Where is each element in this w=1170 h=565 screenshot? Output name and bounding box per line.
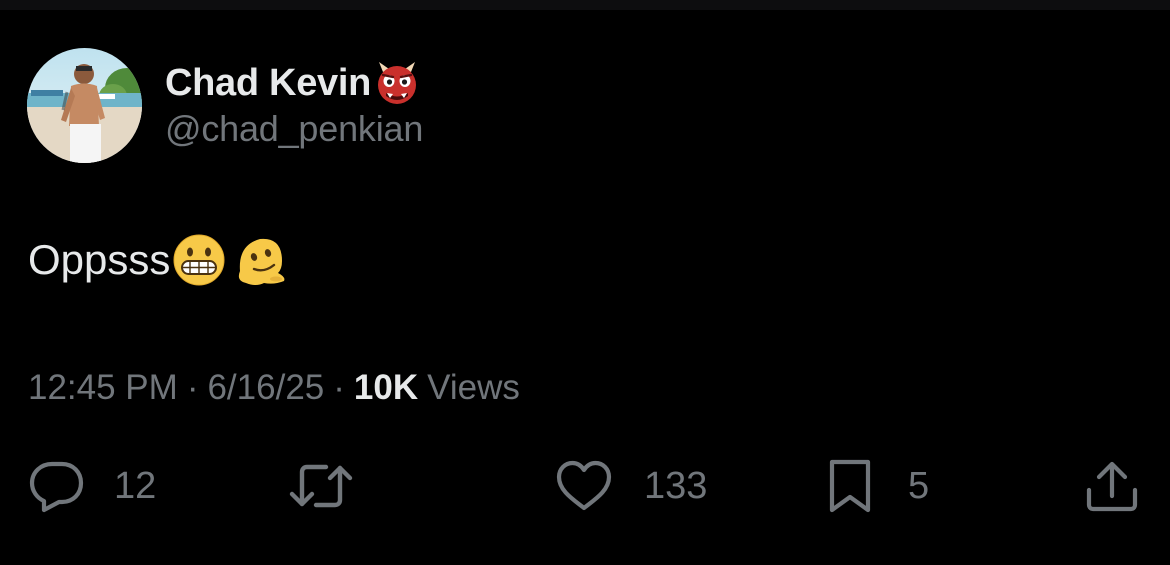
tweet-body: Oppsss xyxy=(28,232,288,288)
tweet-time[interactable]: 12:45 PM xyxy=(28,368,178,408)
tweet-text: Oppsss xyxy=(28,236,171,283)
avatar[interactable] xyxy=(27,48,142,163)
views-count[interactable]: 10K xyxy=(354,368,418,408)
share-icon xyxy=(1086,461,1138,512)
tweet-date[interactable]: 6/16/25 xyxy=(207,368,324,408)
like-count: 133 xyxy=(644,464,708,507)
bookmark-icon xyxy=(829,459,871,513)
views-label[interactable]: Views xyxy=(427,368,520,408)
author-handle[interactable]: @chad_penkian xyxy=(165,108,423,150)
top-edge xyxy=(0,0,1170,10)
bookmark-button[interactable]: 5 xyxy=(826,458,929,514)
grimacing-face-emoji xyxy=(173,234,225,286)
reply-icon xyxy=(29,461,84,513)
profile-photo xyxy=(27,48,142,163)
bookmark-count: 5 xyxy=(908,464,930,507)
melting-face-emoji xyxy=(239,238,285,285)
reply-button[interactable]: 12 xyxy=(28,458,156,514)
meta-separator: · xyxy=(333,368,345,407)
tweet-meta: 12:45 PM · 6/16/25 · 10K Views xyxy=(28,364,520,412)
retweet-icon xyxy=(289,464,353,508)
retweet-button[interactable] xyxy=(288,458,354,514)
display-name[interactable]: Chad Kevin xyxy=(165,62,371,105)
ogre-emoji xyxy=(378,62,417,104)
heart-icon xyxy=(556,460,612,511)
author-name-row[interactable]: Chad Kevin xyxy=(165,58,420,108)
share-button[interactable] xyxy=(1084,458,1140,514)
meta-separator: · xyxy=(186,368,199,407)
reply-count: 12 xyxy=(114,464,157,507)
like-button[interactable]: 133 xyxy=(554,458,707,514)
